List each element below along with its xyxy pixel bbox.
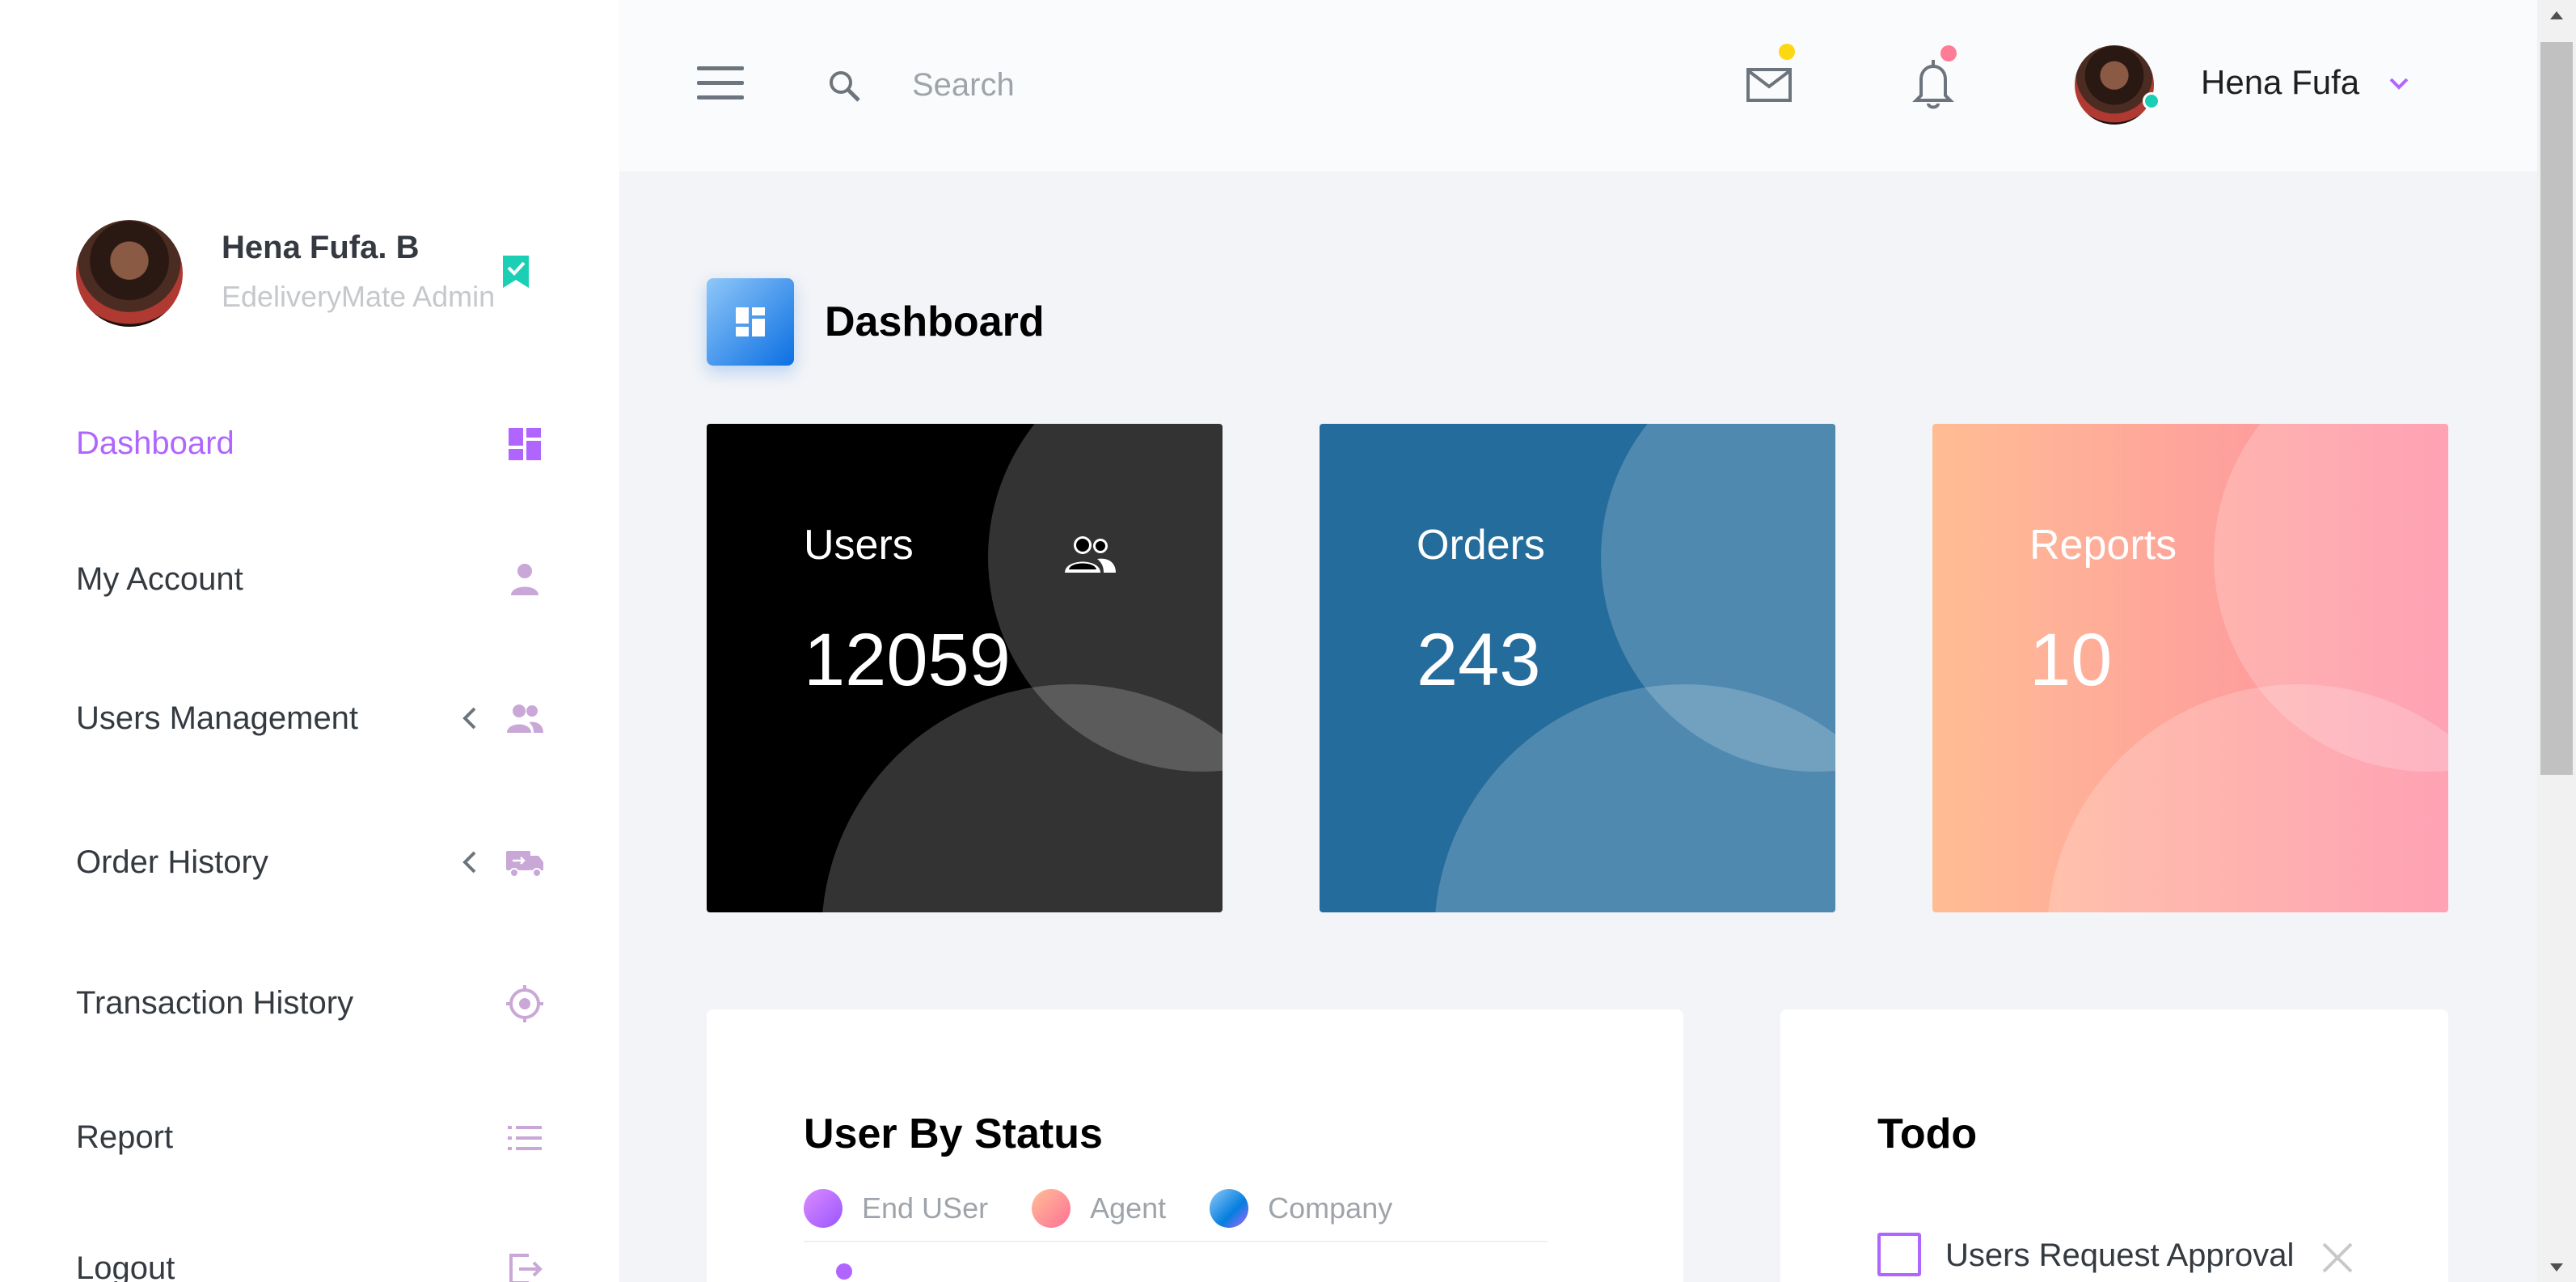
users-icon (507, 704, 543, 733)
todo-panel: Todo Users Request Approval (1780, 1009, 2448, 1282)
logout-icon (509, 1254, 543, 1282)
stat-card-orders[interactable]: Orders 243 (1320, 424, 1835, 912)
online-status-dot (2143, 92, 2160, 110)
mail-notification-dot (1779, 44, 1795, 60)
users-icon (1065, 536, 1116, 573)
sidebar-item-label: Report (76, 1119, 174, 1155)
panel-title: User By Status (804, 1111, 1103, 1157)
chart-divider (804, 1241, 1548, 1242)
sidebar-item-label: My Account (76, 561, 243, 597)
chart-point (836, 1263, 852, 1280)
sidebar-item-report[interactable]: Report (76, 1105, 545, 1170)
page-title: Dashboard (825, 298, 1045, 345)
sidebar-item-users-management[interactable]: Users Management (76, 686, 545, 751)
legend-label: End USer (862, 1191, 989, 1225)
legend-item-end-user: End USer (804, 1189, 988, 1228)
card-decoration (821, 684, 1223, 912)
list-icon (508, 1126, 542, 1150)
stat-label: Users (804, 522, 914, 569)
legend-swatch (1032, 1189, 1071, 1228)
close-icon[interactable] (2319, 1239, 2356, 1276)
menu-toggle-icon[interactable] (697, 66, 744, 100)
sidebar-item-logout[interactable]: Logout (76, 1236, 545, 1282)
verified-bookmark-icon (503, 256, 529, 288)
todo-checkbox[interactable] (1877, 1233, 1921, 1276)
user-name[interactable]: Hena Fufa (2201, 63, 2359, 102)
page-header-icon (707, 278, 794, 366)
sidebar-item-label: Dashboard (76, 425, 234, 461)
stat-card-users[interactable]: Users 12059 (707, 424, 1223, 912)
legend-item-agent: Agent (1032, 1189, 1166, 1228)
user-by-status-panel: User By Status End USer Agent Company (707, 1009, 1683, 1282)
target-icon (506, 985, 543, 1022)
dashboard-icon (736, 307, 765, 336)
scroll-up-arrow-icon[interactable] (2550, 11, 2563, 19)
legend-label: Agent (1090, 1191, 1167, 1225)
sidebar-item-label: Logout (76, 1250, 175, 1282)
legend-label: Company (1268, 1191, 1393, 1225)
sidebar-profile[interactable]: Hena Fufa. B EdeliveryMate Admin (76, 220, 545, 328)
profile-name: Hena Fufa. B (222, 230, 420, 265)
sidebar-item-label: Users Management (76, 700, 359, 736)
card-decoration (1434, 684, 1835, 912)
sidebar: Hena Fufa. B EdeliveryMate Admin Dashboa… (0, 0, 619, 1282)
truck-icon (506, 851, 543, 878)
chart-legend: End USer Agent Company (804, 1189, 1436, 1228)
todo-text: Users Request Approval (1945, 1238, 2295, 1273)
person-icon (511, 564, 538, 595)
scrollbar-thumb[interactable] (2540, 42, 2573, 775)
dashboard-icon (509, 428, 541, 460)
stat-label: Reports (2029, 522, 2177, 569)
chevron-left-icon[interactable] (456, 848, 485, 877)
legend-swatch (804, 1189, 842, 1228)
sidebar-item-transaction-history[interactable]: Transaction History (76, 971, 545, 1035)
scroll-down-arrow-icon[interactable] (2550, 1263, 2563, 1271)
sidebar-item-dashboard[interactable]: Dashboard (76, 411, 545, 476)
panel-title: Todo (1877, 1111, 1978, 1157)
card-decoration (2047, 684, 2448, 912)
chevron-left-icon[interactable] (456, 704, 485, 733)
user-avatar[interactable] (2075, 45, 2154, 125)
sidebar-item-label: Order History (76, 844, 268, 880)
top-navbar: Hena Fufa (619, 0, 2537, 171)
legend-swatch (1210, 1189, 1249, 1228)
bell-icon[interactable] (1910, 57, 1957, 110)
todo-item: Users Request Approval (1877, 1233, 2371, 1281)
sidebar-item-my-account[interactable]: My Account (76, 547, 545, 611)
legend-item-company: Company (1210, 1189, 1392, 1228)
sidebar-item-order-history[interactable]: Order History (76, 830, 545, 895)
stat-value: 243 (1417, 619, 1541, 701)
chevron-down-icon[interactable] (2387, 74, 2411, 94)
search-input[interactable] (912, 58, 1397, 112)
stat-card-reports[interactable]: Reports 10 (1932, 424, 2448, 912)
profile-avatar (76, 220, 183, 327)
search-icon[interactable] (826, 68, 862, 104)
profile-role: EdeliveryMate Admin (222, 280, 496, 313)
stat-label: Orders (1417, 522, 1545, 569)
sidebar-item-label: Transaction History (76, 984, 354, 1021)
stat-value: 10 (2029, 619, 2113, 701)
stat-value: 12059 (804, 619, 1011, 701)
bell-notification-dot (1940, 45, 1957, 61)
page-scrollbar[interactable] (2537, 0, 2576, 1282)
mail-icon[interactable] (1745, 60, 1793, 108)
